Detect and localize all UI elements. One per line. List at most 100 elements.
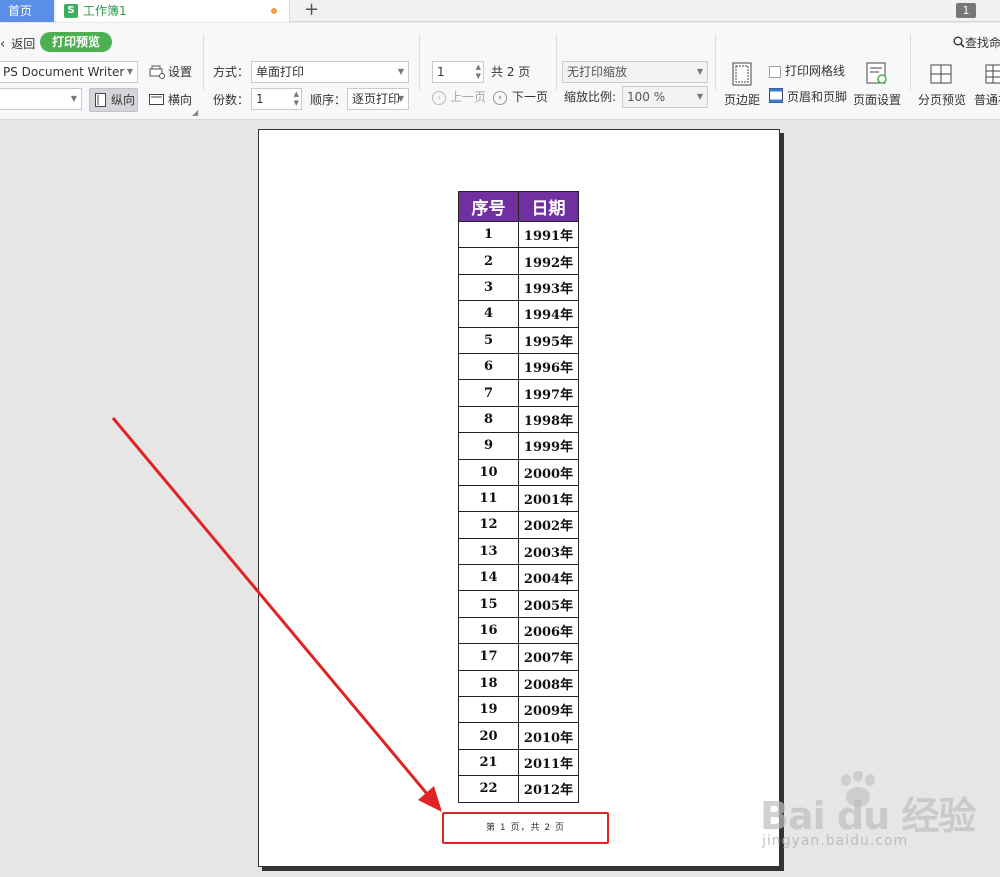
- portrait-label: 纵向: [111, 93, 136, 107]
- row-number-cell: 12: [458, 511, 519, 539]
- print-mode-select[interactable]: 单面打印 ▼: [251, 61, 409, 83]
- column-header: 日期: [518, 191, 579, 222]
- row-number-cell: 14: [458, 564, 519, 592]
- separator: [910, 34, 911, 90]
- row-number-cell: 22: [458, 775, 519, 803]
- margins-button[interactable]: 页边距: [724, 91, 760, 108]
- paper-size-select[interactable]: ▼: [0, 88, 82, 110]
- separator: [715, 34, 716, 90]
- watermark-url: jingyan.baidu.com: [762, 833, 909, 849]
- year-cell: 1994年: [518, 300, 579, 328]
- table-body: 1 1991年 2 1992年 3 1993年 4 1994年 5 1995年 6 1996年 7 199…: [458, 220, 579, 803]
- print-mode-value: 单面打印: [256, 65, 305, 79]
- row-number-cell: 6: [458, 352, 519, 381]
- page-break-preview-button[interactable]: 分页预览: [918, 91, 966, 108]
- printer-select[interactable]: PS Document Writer ▼: [0, 61, 138, 83]
- year-cell: 1991年: [518, 220, 579, 249]
- year-cell: 1995年: [518, 326, 579, 354]
- stepper-arrows-icon: ▲ ▼: [293, 90, 299, 107]
- year-cell: 2000年: [518, 458, 579, 486]
- tab-workbook[interactable]: S 工作簿1: [56, 0, 290, 22]
- print-preview-badge: 打印预览: [40, 32, 113, 52]
- row-number-cell: 21: [458, 748, 519, 777]
- separator: [203, 34, 204, 90]
- scaling-mode-select[interactable]: 无打印缩放 ▼: [562, 61, 708, 83]
- chevron-left-icon: ‹: [0, 37, 6, 52]
- landscape-button[interactable]: 横向: [168, 89, 192, 111]
- watermark-logo: Bai du 经验: [760, 794, 976, 838]
- tab-workbook-label: 工作簿1: [83, 4, 127, 18]
- year-cell: 2012年: [518, 775, 579, 803]
- table-row: 13 2003年: [458, 537, 579, 566]
- year-cell: 2007年: [518, 643, 579, 671]
- page-setup-button[interactable]: 页面设置: [853, 91, 901, 108]
- annotation-highlight-box: [442, 812, 609, 844]
- row-number-cell: 9: [458, 432, 519, 460]
- chevron-down-icon: ▼: [696, 67, 703, 76]
- row-number-cell: 10: [458, 458, 519, 486]
- portrait-icon: [95, 93, 106, 110]
- year-cell: 2002年: [518, 511, 579, 539]
- year-cell: 2008年: [518, 669, 579, 698]
- page-number-value: 1: [437, 65, 445, 79]
- row-number-cell: 17: [458, 643, 519, 671]
- table-row: 12 2002年: [458, 511, 579, 539]
- normal-view-button[interactable]: 普通视: [974, 91, 1000, 108]
- copies-stepper[interactable]: 1 ▲ ▼: [251, 88, 302, 110]
- year-cell: 1998年: [518, 405, 579, 434]
- prev-page-button[interactable]: 上一页: [450, 86, 486, 108]
- table-header-row: 序号 日期: [458, 191, 579, 222]
- year-cell: 2004年: [518, 564, 579, 592]
- printer-settings-button[interactable]: 设置: [168, 61, 192, 83]
- table-row: 3 1993年: [458, 273, 579, 302]
- printer-settings-icon: [149, 65, 165, 82]
- year-cell: 1993年: [518, 273, 579, 302]
- next-page-button[interactable]: 下一页: [512, 86, 548, 108]
- print-order-value: 逐页打印: [352, 92, 401, 106]
- year-cell: 2009年: [518, 696, 579, 724]
- chevron-down-icon: ▼: [397, 94, 404, 103]
- table-row: 22 2012年: [458, 775, 579, 803]
- margins-icon: [732, 62, 756, 86]
- header-footer-button[interactable]: 页眉和页脚: [787, 86, 847, 108]
- table-row: 8 1998年: [458, 405, 579, 434]
- table-row: 5 1995年: [458, 326, 579, 354]
- page-number-stepper[interactable]: 1 ▲ ▼: [432, 61, 484, 83]
- unsaved-dot-icon: [271, 8, 277, 14]
- watermark: Bai du 经验 jingyan.baidu.com: [760, 771, 980, 855]
- tab-bar: 首页 S 工作簿1 + 1: [0, 0, 1000, 22]
- row-number-cell: 1: [458, 220, 519, 249]
- gridlines-checkbox[interactable]: [769, 66, 781, 78]
- order-label: 顺序：: [310, 93, 347, 107]
- separator: [556, 34, 557, 90]
- expand-corner-icon[interactable]: ◢: [192, 108, 198, 117]
- chevron-down-icon: ▼: [696, 92, 703, 101]
- table-row: 16 2006年: [458, 616, 579, 645]
- table-row: 4 1994年: [458, 300, 579, 328]
- data-table: 序号 日期 1 1991年 2 1992年 3 1993年 4 1994年 5 1995年 6 199…: [458, 191, 579, 803]
- column-header: 序号: [458, 191, 519, 222]
- find-command[interactable]: 查找命: [953, 34, 1000, 51]
- year-cell: 2011年: [518, 748, 579, 777]
- table-row: 15 2005年: [458, 590, 579, 618]
- add-tab-button[interactable]: +: [304, 0, 319, 20]
- back-button[interactable]: ‹ 返回: [0, 35, 35, 52]
- scale-value: 100 %: [627, 90, 666, 104]
- year-cell: 2006年: [518, 616, 579, 645]
- row-number-cell: 11: [458, 484, 519, 513]
- row-number-cell: 7: [458, 379, 519, 407]
- year-cell: 2001年: [518, 484, 579, 513]
- printer-value: PS Document Writer: [3, 65, 125, 79]
- row-number-cell: 19: [458, 696, 519, 724]
- window-count-badge[interactable]: 1: [956, 3, 976, 18]
- print-order-select[interactable]: 逐页打印 ▼: [347, 88, 409, 110]
- table-row: 6 1996年: [458, 352, 579, 381]
- tab-home[interactable]: 首页: [0, 0, 54, 22]
- scale-select[interactable]: 100 % ▼: [622, 86, 708, 108]
- table-row: 9 1999年: [458, 432, 579, 460]
- copies-value: 1: [256, 92, 264, 106]
- row-number-cell: 13: [458, 537, 519, 566]
- year-cell: 1999年: [518, 432, 579, 460]
- table-row: 11 2001年: [458, 484, 579, 513]
- find-label: 查找命: [965, 36, 1000, 50]
